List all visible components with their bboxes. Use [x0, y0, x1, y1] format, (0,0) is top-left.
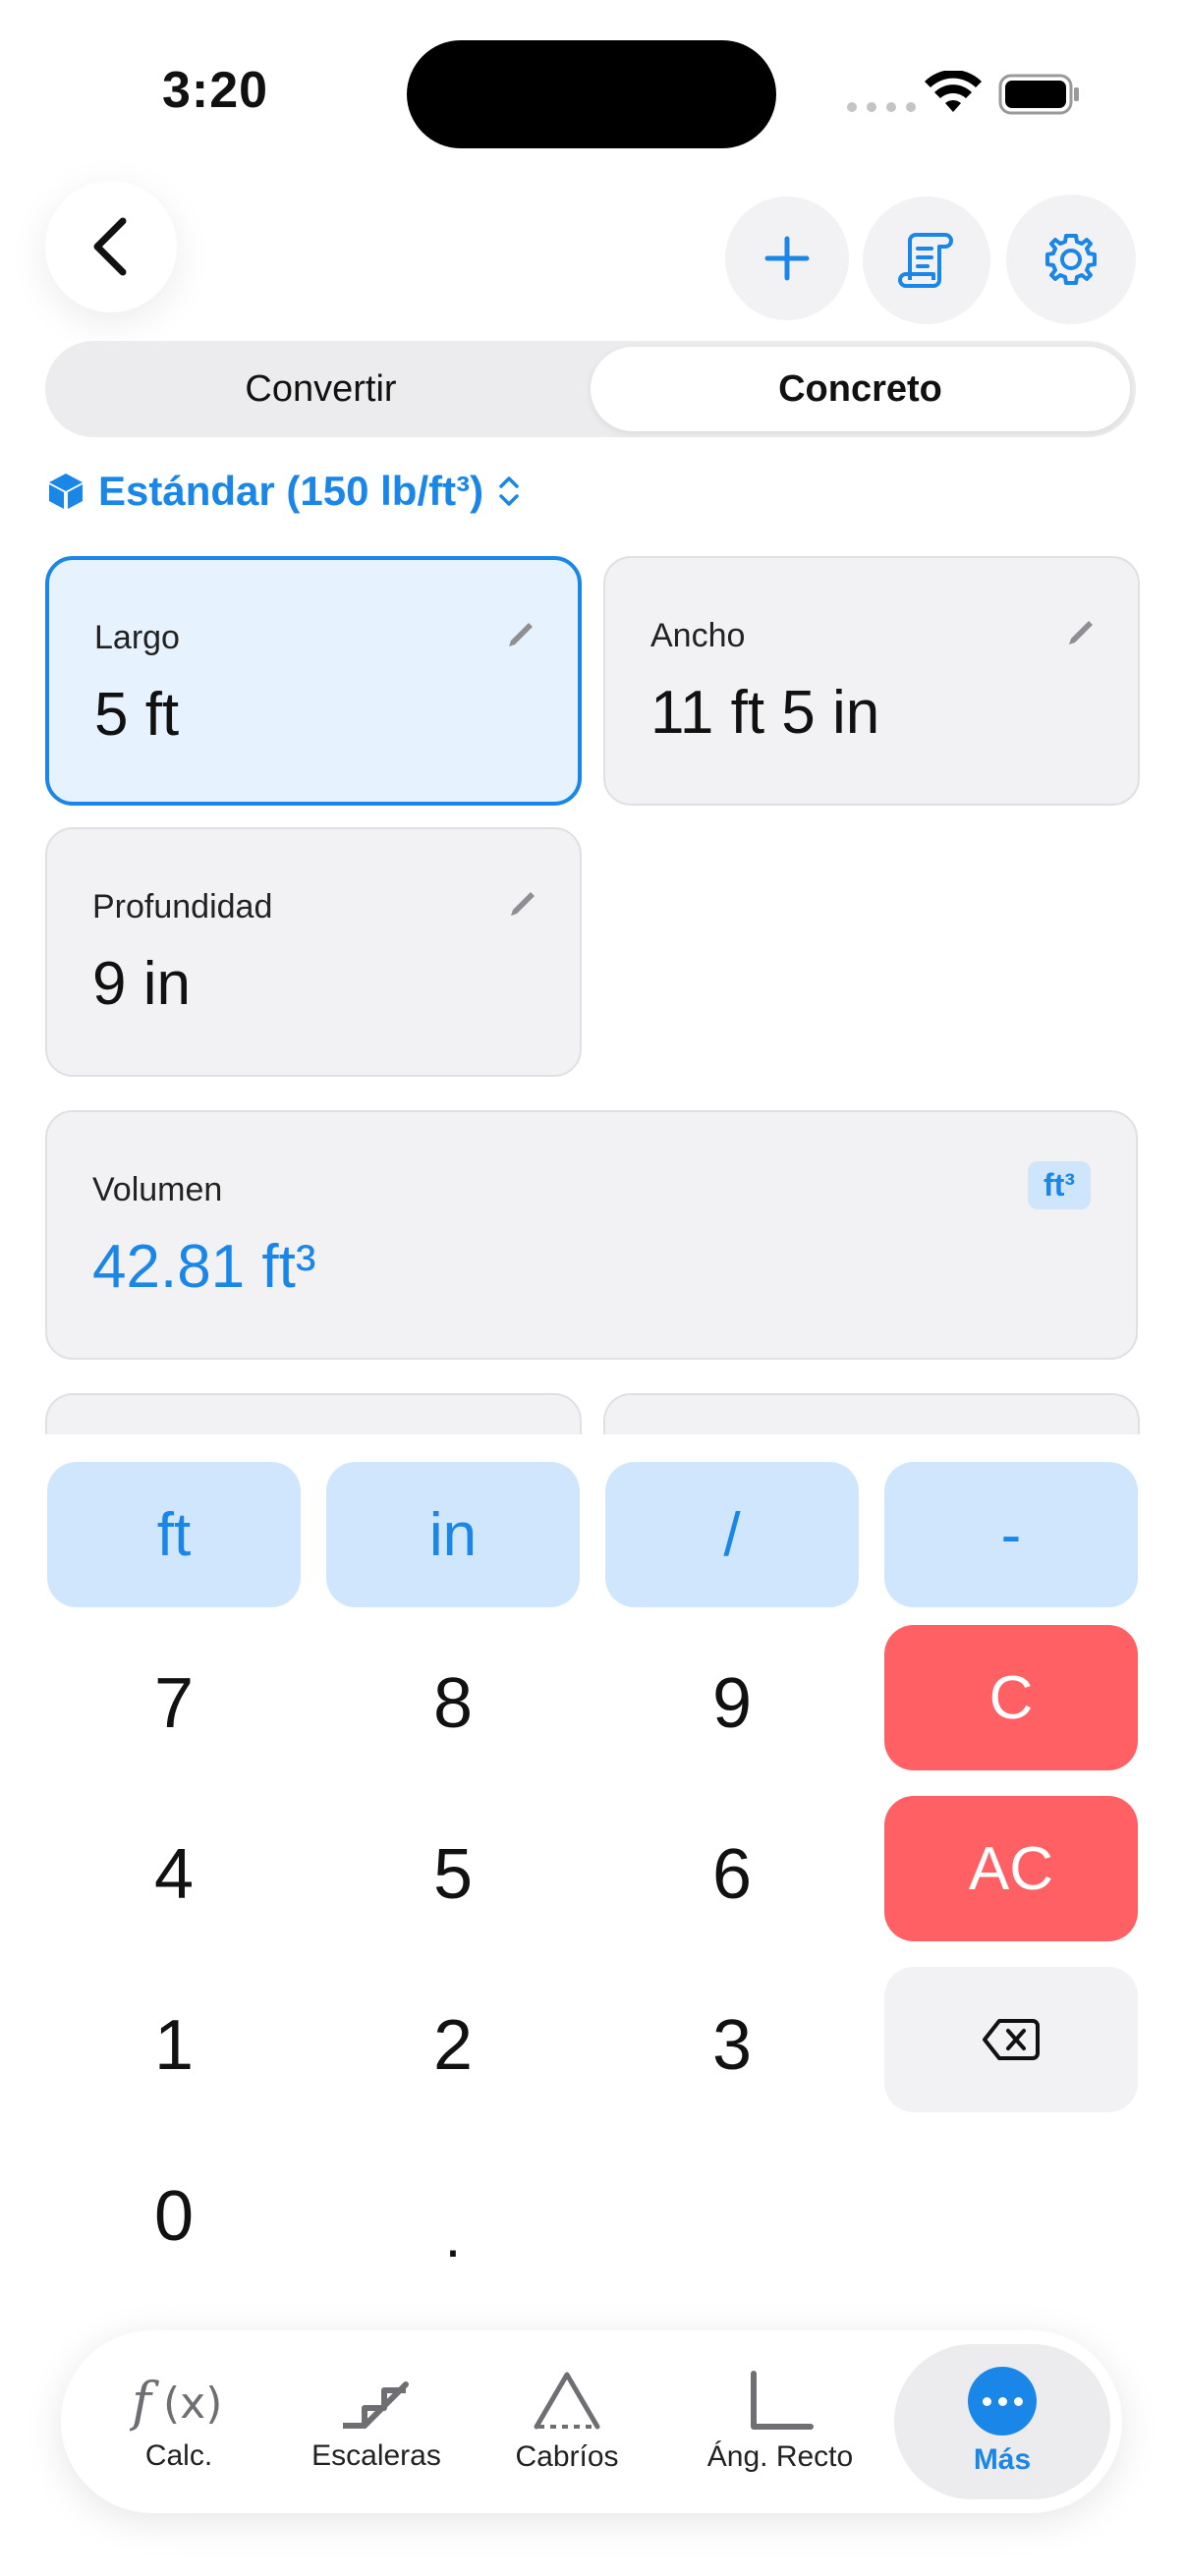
tab-mas[interactable]: Más	[894, 2330, 1110, 2513]
pencil-icon[interactable]	[505, 886, 540, 922]
tab-label: Calc.	[144, 2439, 213, 2472]
profundidad-label: Profundidad	[92, 888, 273, 925]
ancho-value: 11 ft 5 in	[650, 679, 880, 747]
keypad: ft in / - 7 8 9 C 4 5 6 AC 1 2 3 0 .	[0, 1434, 1185, 2417]
tab-angulo-recto[interactable]: Áng. Recto	[686, 2330, 875, 2513]
key-6[interactable]: 6	[605, 1802, 859, 1947]
function-icon: f (x)	[130, 2371, 222, 2432]
clear-button[interactable]: C	[884, 1625, 1138, 1770]
add-button[interactable]	[725, 196, 849, 320]
key-0[interactable]: 0	[47, 2144, 301, 2289]
key-8[interactable]: 8	[326, 1631, 580, 1776]
profundidad-value: 9 in	[92, 950, 191, 1018]
key-dash[interactable]: -	[884, 1462, 1138, 1607]
ancho-label: Ancho	[650, 617, 746, 654]
rafter-triangle-icon	[534, 2372, 600, 2430]
volume-unit-badge[interactable]: ft³	[1028, 1161, 1091, 1209]
tab-label: Más	[973, 2443, 1032, 2476]
cellular-signal-icon	[847, 102, 916, 112]
largo-value: 5 ft	[94, 681, 180, 749]
key-decimal[interactable]: .	[326, 2144, 580, 2289]
gear-icon	[1045, 234, 1097, 285]
key-5[interactable]: 5	[326, 1802, 580, 1947]
stairs-icon	[343, 2381, 409, 2429]
battery-icon	[998, 74, 1079, 115]
tab-escaleras[interactable]: Escaleras	[283, 2330, 470, 2513]
key-2[interactable]: 2	[326, 1973, 580, 2118]
ancho-input-card[interactable]: Ancho 11 ft 5 in	[603, 556, 1140, 806]
key-4[interactable]: 4	[47, 1802, 301, 1947]
profundidad-input-card[interactable]: Profundidad 9 in	[45, 827, 582, 1077]
key-in[interactable]: in	[326, 1462, 580, 1607]
tab-bar: f (x) Calc. Escaleras Cabríos Áng. Recto…	[61, 2330, 1122, 2513]
history-button[interactable]	[863, 196, 990, 324]
tab-cabrios[interactable]: Cabríos	[483, 2330, 650, 2513]
pencil-icon[interactable]	[1063, 615, 1099, 650]
density-label: Estándar (150 lb/ft³)	[98, 468, 484, 514]
plus-icon	[764, 236, 810, 281]
right-angle-icon	[751, 2371, 814, 2430]
tab-calc[interactable]: f (x) Calc.	[90, 2330, 267, 2513]
scroll-list-icon	[898, 233, 953, 288]
largo-input-card[interactable]: Largo 5 ft	[45, 556, 582, 806]
pencil-icon[interactable]	[503, 617, 538, 652]
dynamic-island	[407, 40, 776, 148]
key-7[interactable]: 7	[47, 1631, 301, 1776]
volume-result-card: Volumen 42.81 ft³ ft³	[45, 1110, 1138, 1360]
key-9[interactable]: 9	[605, 1631, 859, 1776]
key-1[interactable]: 1	[47, 1973, 301, 2118]
settings-button[interactable]	[1006, 195, 1136, 324]
all-clear-button[interactable]: AC	[884, 1796, 1138, 1941]
largo-label: Largo	[94, 619, 180, 656]
back-button[interactable]	[45, 181, 177, 312]
cube-icon	[49, 474, 83, 509]
key-3[interactable]: 3	[605, 1973, 859, 2118]
more-icon	[968, 2367, 1037, 2436]
volume-label: Volumen	[92, 1171, 223, 1208]
svg-text:f: f	[130, 2371, 159, 2432]
status-time: 3:20	[162, 62, 269, 119]
density-selector[interactable]: Estándar (150 lb/ft³)	[47, 468, 521, 515]
tab-label: Escaleras	[311, 2439, 441, 2472]
segment-concreto[interactable]: Concreto	[591, 347, 1130, 431]
tab-label: Áng. Recto	[706, 2440, 854, 2473]
backspace-button[interactable]	[884, 1967, 1138, 2112]
wifi-icon	[925, 71, 982, 112]
key-fraction[interactable]: /	[605, 1462, 859, 1607]
volume-value: 42.81 ft³	[92, 1233, 316, 1301]
backspace-icon	[983, 2019, 1040, 2060]
chevron-left-icon	[93, 217, 127, 276]
key-ft[interactable]: ft	[47, 1462, 301, 1607]
segment-convertir[interactable]: Convertir	[51, 347, 591, 431]
chevron-up-down-icon	[499, 476, 519, 506]
svg-text:(x): (x)	[163, 2379, 222, 2429]
tab-label: Cabríos	[515, 2440, 619, 2473]
mode-segmented-control: Convertir Concreto	[45, 341, 1136, 437]
